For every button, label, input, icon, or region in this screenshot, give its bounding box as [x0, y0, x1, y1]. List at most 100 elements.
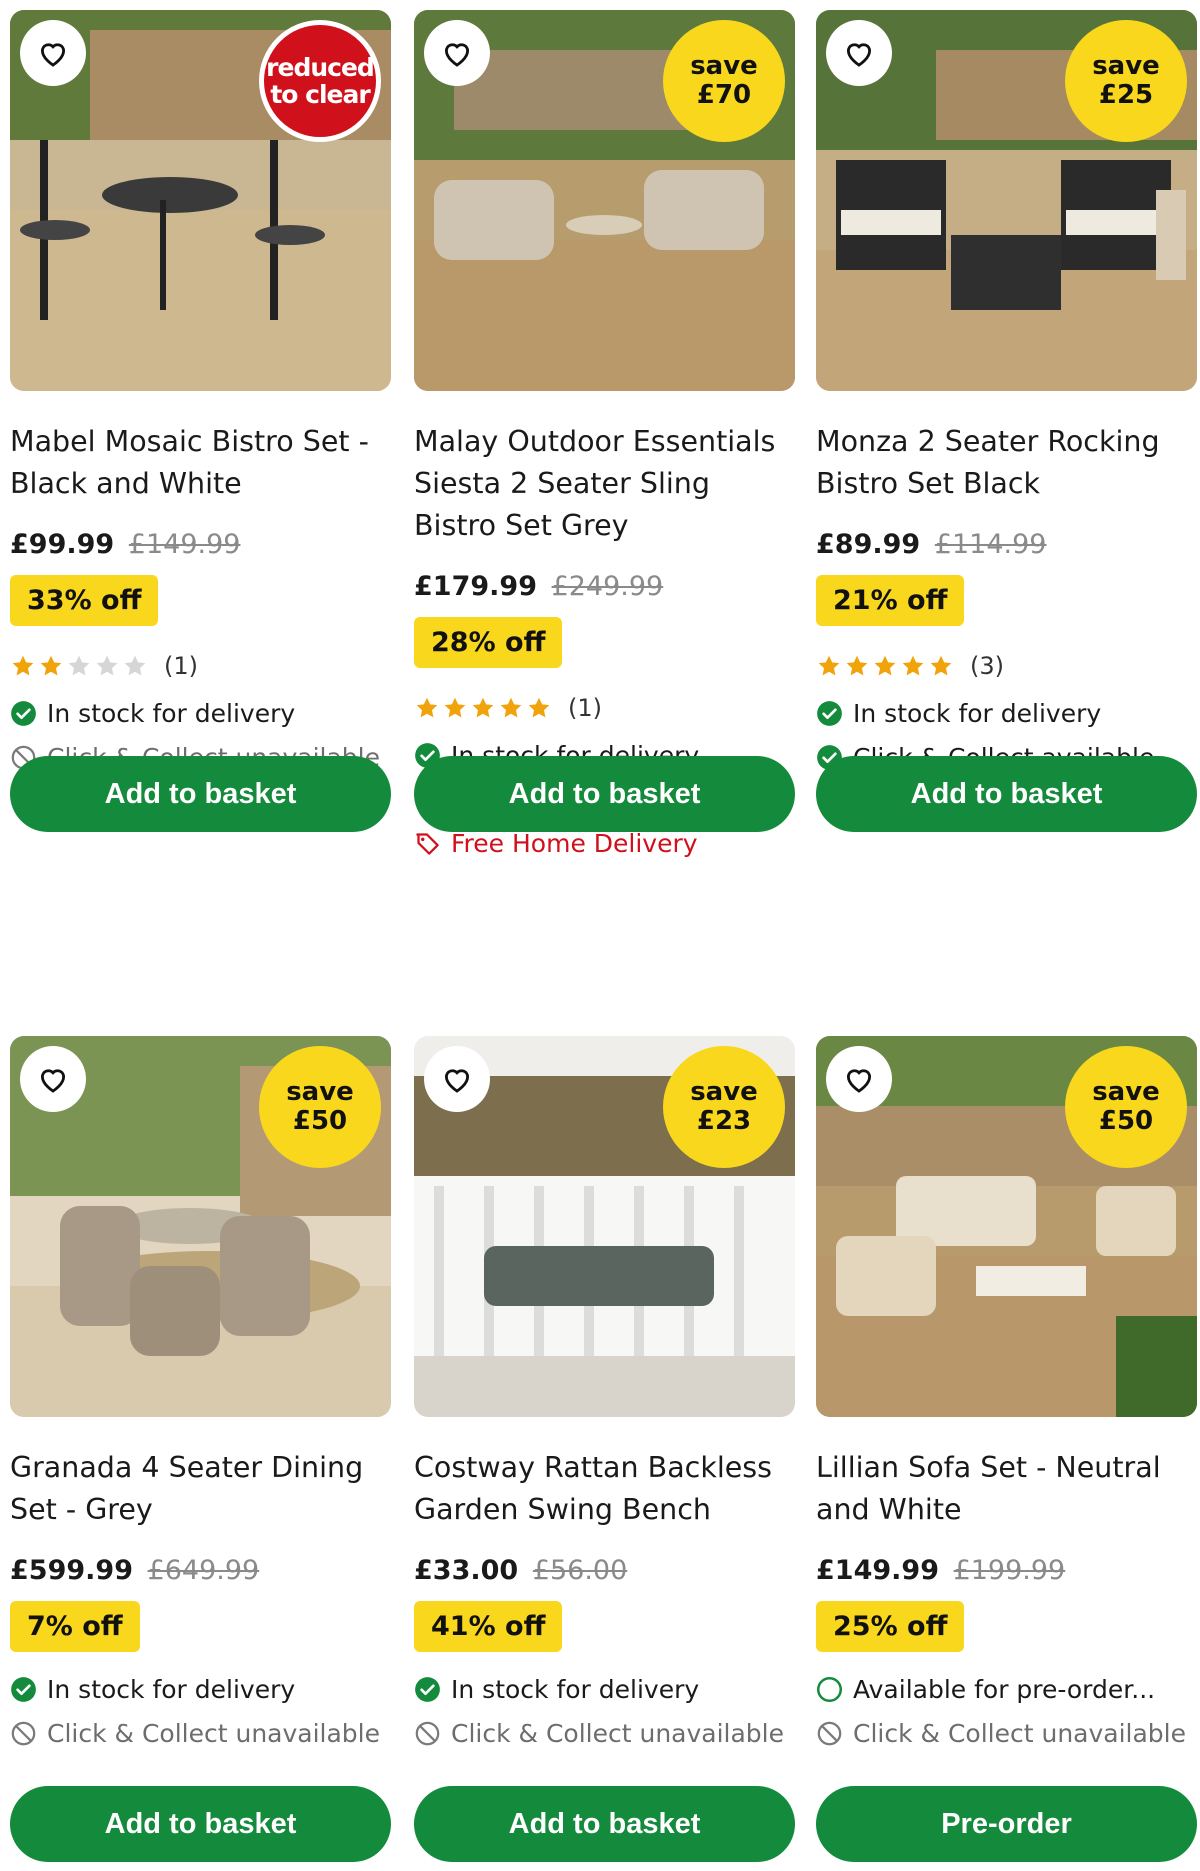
- wishlist-button[interactable]: [424, 1046, 490, 1112]
- add-to-basket-button[interactable]: Add to basket: [816, 756, 1197, 832]
- heart-icon: [846, 1069, 872, 1093]
- discount-badge: 33% off: [10, 575, 159, 626]
- heart-icon: [846, 43, 872, 67]
- star-icon: [528, 697, 550, 718]
- star-rating: [414, 695, 554, 721]
- wishlist-button[interactable]: [424, 20, 490, 86]
- wishlist-button[interactable]: [20, 1046, 86, 1112]
- availability-row: Available for pre-order...: [816, 1674, 1197, 1704]
- heart-icon: [444, 1069, 470, 1093]
- was-price: £199.99: [953, 1555, 1066, 1586]
- product-card: reduced to clear Mabel Mosaic Bistro Set…: [10, 10, 391, 832]
- was-price: £149.99: [128, 529, 241, 560]
- rating-count: (1): [164, 652, 198, 680]
- star-rating: [10, 653, 150, 679]
- promo-badge: save £50: [1065, 1046, 1187, 1168]
- promo-badge: save £23: [663, 1046, 785, 1168]
- unavailable-icon: [11, 1721, 36, 1745]
- product-image[interactable]: save £70: [414, 10, 795, 391]
- was-price: £56.00: [532, 1555, 628, 1586]
- product-title[interactable]: Malay Outdoor Essentials Siesta 2 Seater…: [414, 421, 795, 547]
- add-to-basket-button[interactable]: Add to basket: [10, 1786, 391, 1862]
- availability-list: In stock for delivery Click & Collect una…: [414, 1674, 795, 1748]
- star-icon: [124, 655, 146, 676]
- heart-icon: [40, 43, 66, 67]
- unavailable-icon: [415, 1721, 440, 1745]
- availability-text: Free Home Delivery: [451, 828, 698, 858]
- product-title[interactable]: Granada 4 Seater Dining Set - Grey: [10, 1447, 391, 1531]
- availability-row: In stock for delivery: [10, 698, 391, 728]
- star-icon: [472, 697, 494, 718]
- badge-line1: save: [690, 51, 758, 82]
- wishlist-button[interactable]: [20, 20, 86, 86]
- price-block: £149.99 £199.99: [816, 1553, 1197, 1589]
- pre-order-button[interactable]: Pre-order: [816, 1786, 1197, 1862]
- availability-list: In stock for delivery Click & Collect una…: [10, 1674, 391, 1748]
- product-image[interactable]: save £25: [816, 10, 1197, 391]
- discount-badge: 7% off: [10, 1601, 140, 1652]
- product-image[interactable]: reduced to clear: [10, 10, 391, 391]
- was-price: £649.99: [147, 1555, 260, 1586]
- star-icon: [930, 655, 952, 676]
- availability-text: Click & Collect unavailable: [451, 1718, 785, 1748]
- availability-text: In stock for delivery: [853, 698, 1102, 728]
- was-price: £114.99: [934, 529, 1047, 560]
- product-card: save £25 Monza 2 Seater Rocking Bistro S…: [816, 10, 1197, 832]
- promo-badge: save £70: [663, 20, 785, 142]
- current-price: £149.99: [816, 1555, 939, 1586]
- availability-row[interactable]: Free Home Delivery: [414, 828, 795, 858]
- product-title[interactable]: Monza 2 Seater Rocking Bistro Set Black: [816, 421, 1197, 505]
- price-block: £89.99 £114.99: [816, 527, 1197, 563]
- discount-badge: 41% off: [414, 1601, 563, 1652]
- product-card: save £70 Malay Outdoor Essentials Siesta…: [414, 10, 795, 858]
- star-icon: [12, 655, 34, 676]
- star-icon: [68, 655, 90, 676]
- wishlist-button[interactable]: [826, 1046, 892, 1112]
- promo-badge: reduced to clear: [259, 20, 381, 142]
- wishlist-button[interactable]: [826, 20, 892, 86]
- product-title[interactable]: Costway Rattan Backless Garden Swing Ben…: [414, 1447, 795, 1531]
- availability-list: Available for pre-order... Click & Collec…: [816, 1674, 1197, 1748]
- product-card: save £50 Granada 4 Seater Dining Set - G…: [10, 1036, 391, 1862]
- availability-row: In stock for delivery: [414, 1674, 795, 1704]
- product-title[interactable]: Mabel Mosaic Bistro Set - Black and Whit…: [10, 421, 391, 505]
- check-circle-icon: [415, 1676, 440, 1702]
- price-block: £33.00 £56.00: [414, 1553, 795, 1589]
- add-to-basket-button[interactable]: Add to basket: [414, 756, 795, 832]
- rating[interactable]: (1): [10, 648, 391, 684]
- price-block: £599.99 £649.99: [10, 1553, 391, 1589]
- promo-badge: save £25: [1065, 20, 1187, 142]
- price-tag-icon: [416, 832, 439, 855]
- product-image[interactable]: save £50: [816, 1036, 1197, 1417]
- badge-line1: save: [1092, 51, 1160, 82]
- availability-text: In stock for delivery: [451, 1674, 700, 1704]
- check-circle-icon: [11, 700, 36, 726]
- star-icon: [846, 655, 868, 676]
- rating-count: (3): [970, 652, 1004, 680]
- product-image[interactable]: save £50: [10, 1036, 391, 1417]
- discount-badge: 21% off: [816, 575, 965, 626]
- product-card: save £23 Costway Rattan Backless Garden …: [414, 1036, 795, 1862]
- star-icon: [40, 655, 62, 676]
- rating[interactable]: (3): [816, 648, 1197, 684]
- add-to-basket-button[interactable]: Add to basket: [414, 1786, 795, 1862]
- product-grid: reduced to clear Mabel Mosaic Bistro Set…: [0, 0, 1200, 1871]
- product-image[interactable]: save £23: [414, 1036, 795, 1417]
- availability-row: In stock for delivery: [816, 698, 1197, 728]
- star-icon: [874, 655, 896, 676]
- current-price: £89.99: [816, 529, 921, 560]
- unavailable-icon: [817, 1721, 842, 1745]
- availability-text: Available for pre-order...: [853, 1674, 1156, 1704]
- current-price: £179.99: [414, 571, 537, 602]
- check-circle-icon: [11, 1676, 36, 1702]
- availability-row: Click & Collect unavailable: [816, 1718, 1197, 1748]
- add-to-basket-button[interactable]: Add to basket: [10, 756, 391, 832]
- badge-line2: £50: [292, 1106, 348, 1136]
- product-title[interactable]: Lillian Sofa Set - Neutral and White: [816, 1447, 1197, 1531]
- availability-row: Click & Collect unavailable: [10, 1718, 391, 1748]
- availability-text: Click & Collect unavailable: [47, 1718, 381, 1748]
- badge-line1: save: [1092, 1077, 1160, 1108]
- availability-text: In stock for delivery: [47, 698, 296, 728]
- heart-icon: [40, 1069, 66, 1093]
- rating[interactable]: (1): [414, 690, 795, 726]
